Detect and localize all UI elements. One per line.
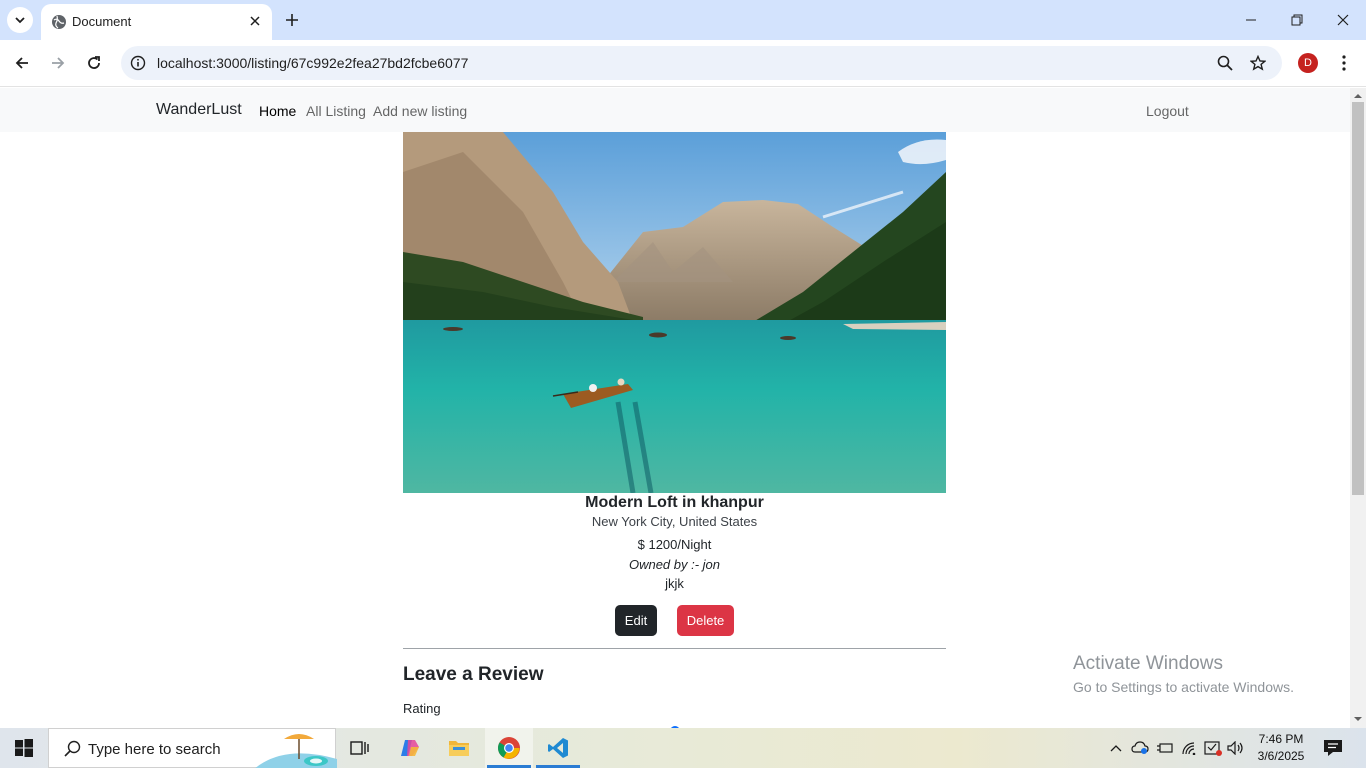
tab-title: Document: [72, 14, 132, 29]
minimize-icon: [1246, 19, 1256, 21]
url-text[interactable]: localhost:3000/listing/67c992e2fea27bd2f…: [157, 55, 468, 71]
close-window-button[interactable]: [1320, 0, 1366, 40]
tab-search-button[interactable]: [7, 7, 33, 33]
windows-logo-icon: [15, 739, 33, 757]
lake-mountain-photo: [403, 132, 946, 493]
scroll-thumb[interactable]: [1352, 102, 1364, 495]
clock-date: 3/6/2025: [1257, 749, 1305, 763]
nav-all-listing[interactable]: All Listing: [306, 103, 366, 119]
task-view-button[interactable]: [336, 728, 384, 768]
brand-link[interactable]: WanderLust: [156, 101, 242, 119]
reload-icon: [88, 56, 100, 69]
scroll-up-icon[interactable]: [1354, 92, 1362, 100]
search-icon: [64, 740, 81, 757]
task-view-icon: [350, 741, 369, 755]
security-alert-icon[interactable]: [1203, 738, 1223, 758]
watermark-title: Activate Windows: [1073, 653, 1223, 674]
tab-close-button[interactable]: [246, 12, 264, 30]
chrome-icon: [498, 737, 520, 759]
reload-button[interactable]: [82, 51, 106, 75]
nav-logout[interactable]: Logout: [1146, 103, 1189, 119]
browser-tabstrip: Document: [0, 0, 1366, 40]
review-heading: Leave a Review: [403, 664, 544, 685]
forward-button[interactable]: [46, 51, 70, 75]
notification-center-icon[interactable]: [1322, 738, 1344, 758]
browser-menu-button[interactable]: [1334, 51, 1354, 75]
chevron-down-icon: [15, 17, 25, 24]
edit-button[interactable]: Edit: [615, 605, 657, 636]
address-bar[interactable]: localhost:3000/listing/67c992e2fea27bd2f…: [121, 46, 1282, 80]
browser-toolbar: localhost:3000/listing/67c992e2fea27bd2f…: [0, 40, 1366, 87]
nav-add-new-listing[interactable]: Add new listing: [373, 103, 467, 119]
activate-windows-watermark: Activate Windows Go to Settings to activ…: [1073, 653, 1294, 695]
back-button[interactable]: [10, 51, 34, 75]
delete-button[interactable]: Delete: [677, 605, 734, 636]
listing-price: $ 1200/Night: [637, 537, 712, 552]
zoom-icon[interactable]: [1215, 53, 1235, 73]
volume-icon[interactable]: [1226, 738, 1246, 758]
tray-overflow-icon[interactable]: [1106, 738, 1126, 758]
bookmark-star-icon[interactable]: [1248, 53, 1268, 73]
rating-label: Rating: [403, 701, 441, 716]
nav-home[interactable]: Home: [259, 103, 296, 119]
listing-description: jkjk: [665, 576, 684, 591]
watermark-subtitle: Go to Settings to activate Windows.: [1073, 679, 1294, 695]
kebab-menu-icon: [1342, 55, 1346, 71]
arrow-right-icon: [52, 57, 65, 69]
onedrive-icon[interactable]: [1130, 738, 1150, 758]
copilot-button[interactable]: [386, 728, 434, 768]
start-button[interactable]: [0, 728, 48, 768]
chrome-taskbar-button[interactable]: [485, 728, 533, 768]
vscode-taskbar-button[interactable]: [534, 728, 582, 768]
vscode-icon: [548, 738, 568, 758]
wifi-icon[interactable]: [1180, 738, 1200, 758]
listing-image: [403, 132, 946, 493]
copilot-icon: [401, 740, 419, 756]
windows-taskbar: Type here to search 7:46 PM 3/6/2025: [0, 728, 1366, 768]
clock-time: 7:46 PM: [1258, 732, 1304, 746]
minimize-button[interactable]: [1228, 0, 1274, 40]
restore-button[interactable]: [1274, 0, 1320, 40]
search-highlight-icon: [255, 734, 337, 768]
battery-plug-icon[interactable]: [1155, 738, 1175, 758]
page-viewport: WanderLust Home All Listing Add new list…: [0, 88, 1350, 728]
listing-title: Modern Loft in khanpur: [585, 494, 764, 511]
page-scrollbar[interactable]: [1350, 88, 1366, 728]
folder-icon: [449, 741, 469, 756]
scroll-down-icon[interactable]: [1354, 715, 1362, 723]
taskbar-clock[interactable]: 7:46 PM 3/6/2025: [1252, 731, 1310, 765]
new-tab-button[interactable]: [281, 9, 303, 31]
arrow-left-icon: [15, 57, 28, 69]
listing-owner: Owned by :- jon: [628, 557, 721, 572]
taskbar-search[interactable]: Type here to search: [48, 728, 337, 768]
plus-icon: [286, 14, 298, 26]
restore-icon: [1291, 14, 1303, 26]
profile-avatar[interactable]: D: [1298, 53, 1318, 73]
site-info-icon[interactable]: [129, 54, 147, 72]
listing-location: New York City, United States: [591, 514, 758, 529]
file-explorer-button[interactable]: [435, 728, 483, 768]
close-icon: [1337, 14, 1349, 26]
globe-icon: [52, 15, 66, 29]
search-placeholder: Type here to search: [88, 741, 221, 758]
site-navbar: WanderLust Home All Listing Add new list…: [0, 88, 1350, 132]
divider: [403, 648, 946, 649]
close-icon: [250, 16, 260, 26]
browser-tab[interactable]: Document: [41, 4, 272, 40]
